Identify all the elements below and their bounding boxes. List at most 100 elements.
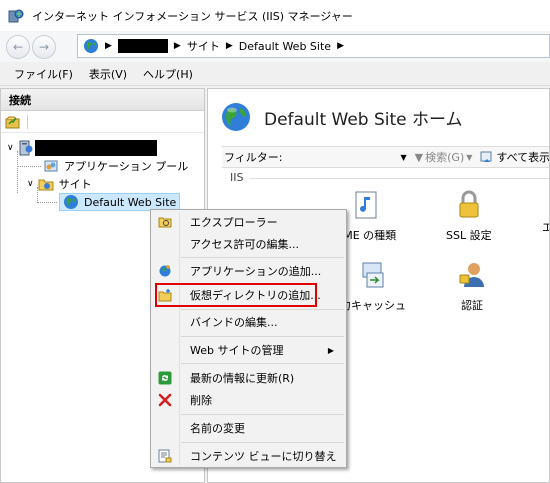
filter-dropdown-icon[interactable]: ▼ [401, 153, 407, 162]
breadcrumb-separator-icon: ▶ [173, 41, 181, 51]
tree-connector [17, 166, 41, 167]
toolbar-divider [27, 114, 28, 129]
menu-item-explore[interactable]: エクスプローラー [153, 211, 344, 233]
breadcrumb-separator-icon: ▶ [337, 41, 344, 51]
filter-label: フィルター: [224, 151, 283, 164]
menu-divider [181, 336, 344, 337]
menu-divider [181, 363, 344, 364]
menu-label-refresh: 最新の情報に更新(R) [190, 372, 295, 385]
tree-label-app-pools: アプリケーション プール [64, 160, 189, 173]
title-bar: インターネット インフォメーション サービス (IIS) マネージャー [0, 0, 550, 31]
menu-file[interactable]: ファイル(F) [14, 66, 73, 82]
menu-item-refresh[interactable]: 最新の情報に更新(R) [153, 367, 344, 389]
menu-item-rename[interactable]: 名前の変更 [153, 417, 344, 439]
window-title: インターネット インフォメーション サービス (IIS) マネージャー [32, 9, 353, 23]
redacted-server-label [34, 140, 157, 156]
menu-bar: ファイル(F) 表示(V) ヘルプ(H) [0, 62, 550, 86]
tree-label-sites: サイト [58, 178, 92, 191]
filter-input[interactable] [284, 149, 405, 165]
filter-bar: フィルター: ▼ ▼ 検索(G) ▼ すべて表示 [222, 146, 550, 168]
menu-view[interactable]: 表示(V) [89, 66, 127, 82]
menu-label-remove: 削除 [190, 394, 212, 407]
feature-group-iis: IIS [230, 171, 244, 184]
menu-label-manage-website: Web サイトの管理 [190, 344, 284, 357]
menu-item-edit-bindings[interactable]: バインドの編集... [153, 311, 344, 333]
refresh-icon [158, 371, 172, 385]
menu-divider [181, 414, 344, 415]
back-arrow-icon: ← [12, 39, 24, 54]
menu-item-add-application[interactable]: アプリケーションの追加... [153, 260, 344, 282]
breadcrumb-sites[interactable]: サイト [187, 38, 220, 54]
feature-label-mime: IME の種類 [340, 229, 397, 242]
search-button[interactable]: ▼ 検索(G) ▼ [415, 149, 473, 165]
menu-label-rename: 名前の変更 [190, 422, 245, 435]
back-button[interactable]: ← [6, 34, 30, 59]
feature-label-partial: エ [542, 219, 549, 235]
tree-connector [37, 187, 38, 203]
show-all-button[interactable]: すべて表示 [480, 149, 550, 165]
navigation-bar: ← → ▶ ▶ サイト ▶ Default Web Site ▶ [0, 31, 550, 62]
breadcrumb-default-web-site[interactable]: Default Web Site [239, 40, 331, 53]
menu-help[interactable]: ヘルプ(H) [143, 66, 193, 82]
feature-output-caching[interactable]: 力キャッシュ [340, 259, 406, 313]
feature-partial[interactable]: エ [542, 219, 549, 235]
menu-label-switch-content-view: コンテンツ ビューに切り替え [190, 450, 337, 463]
tree-label-default-web-site: Default Web Site [84, 195, 177, 209]
home-title: Default Web Site ホーム [264, 109, 463, 130]
feature-authentication[interactable]: 認証 [456, 259, 488, 313]
menu-item-remove[interactable]: 削除 [153, 389, 344, 411]
menu-label-add-application: アプリケーションの追加... [190, 265, 322, 278]
menu-label-explore: エクスプローラー [190, 216, 278, 229]
search-dropdown-icon[interactable]: ▼ [466, 153, 472, 162]
tree-connector [17, 151, 18, 193]
menu-divider [181, 442, 344, 443]
connections-header: 接続 [1, 89, 204, 111]
menu-item-manage-website[interactable]: Web サイトの管理 ▶ [153, 339, 344, 361]
lock-icon [459, 190, 479, 218]
menu-label-edit-permissions: アクセス許可の編集... [190, 238, 299, 251]
collapse-chevron-icon[interactable]: ∨ [27, 179, 34, 189]
explore-folder-icon [158, 217, 172, 228]
redacted-server-name [117, 39, 168, 53]
feature-ssl-settings[interactable]: SSL 設定 [446, 189, 492, 243]
context-menu: エクスプローラー アクセス許可の編集... アプリケーションの追加... 仮想デ… [150, 209, 347, 468]
iis-app-icon [8, 9, 24, 22]
globe-icon [222, 103, 250, 131]
content-view-icon [158, 449, 172, 463]
user-lock-icon [459, 263, 484, 287]
tree-node-server[interactable]: ∨ [7, 139, 157, 157]
menu-label-edit-bindings: バインドの編集... [190, 316, 278, 329]
menu-divider [181, 309, 344, 310]
menu-item-switch-content-view[interactable]: コンテンツ ビューに切り替え [153, 445, 344, 467]
delete-x-icon [158, 393, 172, 407]
forward-arrow-icon: → [38, 39, 50, 54]
output-cache-icon [362, 262, 384, 288]
tree-node-app-pools[interactable]: アプリケーション プール [43, 157, 188, 175]
funnel-icon: ▼ [414, 150, 424, 164]
server-icon [19, 140, 33, 156]
globe-icon [64, 195, 78, 209]
address-bar[interactable]: ▶ ▶ サイト ▶ Default Web Site ▶ [77, 34, 550, 58]
breadcrumb-separator-icon: ▶ [105, 41, 112, 51]
show-all-icon [480, 151, 492, 162]
connect-icon[interactable] [5, 114, 21, 130]
tree-connector [37, 202, 57, 203]
menu-item-edit-permissions[interactable]: アクセス許可の編集... [153, 233, 344, 255]
forward-button[interactable]: → [32, 34, 56, 59]
breadcrumb-separator-icon: ▶ [225, 41, 233, 51]
feature-label-cache: 力キャッシュ [340, 299, 406, 312]
group-divider [250, 178, 549, 179]
mime-types-icon [355, 191, 377, 219]
feature-label-auth: 認証 [461, 299, 483, 312]
app-pools-icon [44, 160, 58, 172]
menu-divider [181, 257, 344, 258]
sites-folder-icon [38, 179, 54, 191]
show-all-label: すべて表示 [496, 151, 550, 164]
home-header: Default Web Site ホーム [220, 101, 463, 133]
feature-label-ssl: SSL 設定 [446, 229, 492, 242]
globe-icon [84, 39, 98, 53]
search-label: 検索(G) [425, 151, 465, 164]
connections-toolbar [1, 111, 204, 133]
collapse-chevron-icon[interactable]: ∨ [7, 143, 14, 153]
feature-mime-types[interactable]: IME の種類 [340, 189, 396, 243]
